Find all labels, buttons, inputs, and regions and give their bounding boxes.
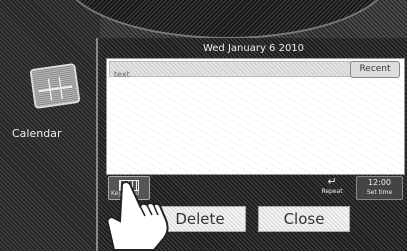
dialog-date: Wed January 6 2010	[202, 43, 305, 54]
repeat-label: Repeat	[321, 188, 343, 195]
recent-button[interactable]: Recent	[350, 61, 400, 78]
set-time-label: Set time	[366, 189, 393, 196]
set-time-button[interactable]: 12:00 Set time	[356, 176, 403, 200]
screen: Calendar Wed January 6 2010 text Recent …	[0, 0, 407, 251]
event-text-placeholder: text	[114, 70, 130, 79]
event-text-input[interactable]: text	[109, 61, 351, 79]
top-dial	[60, 0, 394, 39]
set-time-value: 12:00	[367, 178, 392, 187]
repeat-button[interactable]: ↵ Repeat	[312, 176, 352, 198]
close-button[interactable]: Close	[258, 206, 350, 232]
repeat-icon: ↵	[327, 175, 337, 188]
calendar-icon[interactable]	[29, 62, 81, 110]
event-text-area[interactable]: text Recent	[106, 58, 405, 175]
app-label: Calendar	[12, 127, 62, 140]
app-panel: Calendar	[0, 0, 100, 251]
pointing-hand-icon	[106, 181, 169, 251]
